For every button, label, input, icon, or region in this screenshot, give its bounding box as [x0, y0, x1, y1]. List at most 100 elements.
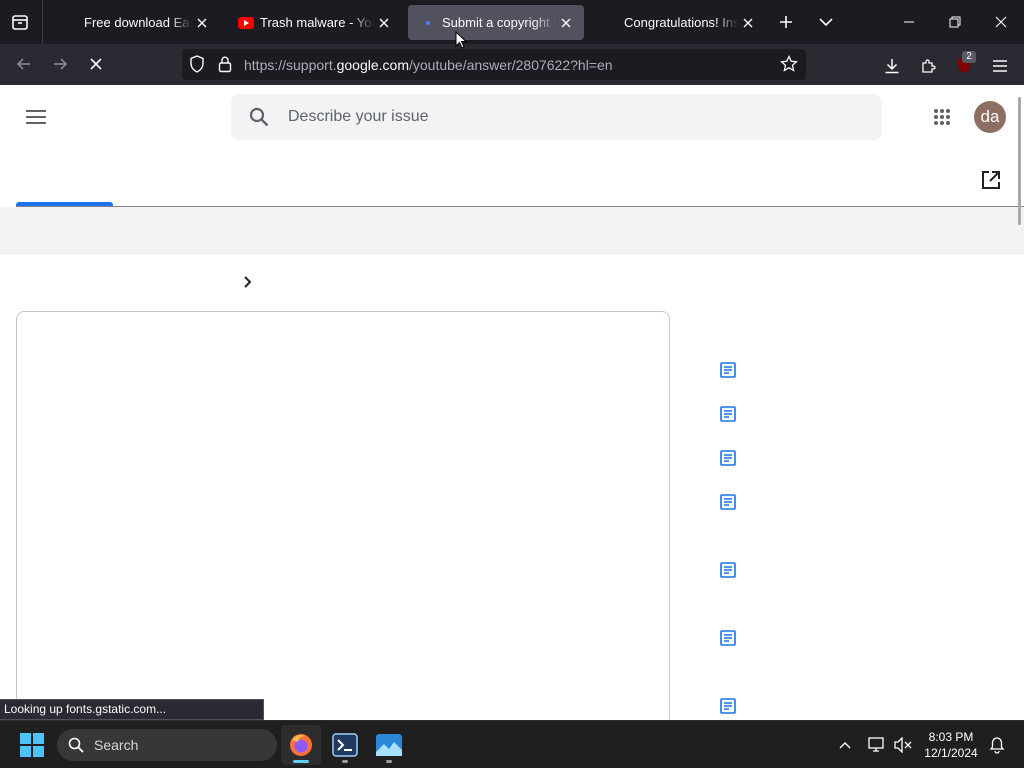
open-in-new-button[interactable]: [980, 169, 1004, 193]
youtube-icon: [238, 15, 254, 31]
close-icon[interactable]: [192, 13, 212, 33]
help-search-box[interactable]: Describe your issue: [231, 94, 882, 140]
url-text[interactable]: https://support.google.com/youtube/answe…: [244, 57, 613, 73]
chevron-down-icon: [819, 18, 833, 27]
close-icon[interactable]: [374, 13, 394, 33]
close-icon[interactable]: [738, 13, 758, 33]
stop-loading-button[interactable]: [80, 48, 112, 80]
extension-badge: 2: [962, 51, 976, 63]
running-app-indicator: [342, 760, 348, 763]
list-all-tabs-button[interactable]: [810, 6, 842, 38]
article-icon[interactable]: [720, 494, 736, 510]
apps-grid-icon: [934, 109, 950, 125]
stop-icon: [90, 58, 102, 70]
app-menu-button[interactable]: [986, 52, 1014, 80]
browser-tab-youtube[interactable]: Trash malware - YouTube: [226, 5, 402, 40]
loading-dot-icon: [420, 15, 436, 31]
search-icon: [249, 107, 269, 127]
speaker-muted-icon: [894, 737, 912, 753]
clock-date: 12/1/2024: [924, 746, 978, 760]
firefox-view-icon: [12, 15, 28, 30]
forward-button[interactable]: [44, 48, 76, 80]
volume-status[interactable]: [892, 733, 914, 757]
article-icon[interactable]: [720, 406, 736, 422]
firefox-view-button[interactable]: [4, 6, 36, 38]
taskbar-search-label: Search: [94, 737, 139, 753]
page-favicon: [602, 15, 618, 31]
hamburger-menu-icon: [993, 60, 1007, 72]
running-app-indicator: [386, 760, 392, 763]
taskbar-search[interactable]: Search: [57, 729, 277, 761]
chevron-up-icon: [839, 742, 851, 749]
article-icon[interactable]: [720, 698, 736, 714]
url-prefix: https://support.: [244, 57, 337, 73]
browser-tab-copyright[interactable]: Submit a copyright request: [408, 5, 584, 40]
close-window-button[interactable]: [978, 0, 1024, 44]
article-content-card: [16, 311, 670, 720]
tab-separator: [42, 0, 43, 44]
tab-title: Free download EaseUS: [84, 15, 192, 30]
star-icon: [780, 54, 798, 72]
taskbar-app-photos[interactable]: [369, 725, 409, 765]
tab-title: Trash malware - YouTube: [260, 15, 374, 30]
puzzle-icon: [922, 59, 936, 73]
bell-icon: [989, 737, 1005, 754]
network-status[interactable]: [866, 733, 888, 757]
status-bar: Looking up fonts.gstatic.com...: [0, 699, 264, 720]
clock-time: 8:03 PM: [928, 730, 974, 744]
site-info-button[interactable]: [218, 55, 236, 75]
article-icon[interactable]: [720, 450, 736, 466]
tab-title: Submit a copyright request: [442, 15, 556, 30]
restore-button[interactable]: [932, 0, 978, 44]
web-page: Describe your issue da: [0, 85, 1024, 720]
search-placeholder: Describe your issue: [288, 108, 429, 125]
minimize-button[interactable]: [886, 0, 932, 44]
mouse-cursor: [455, 31, 467, 49]
open-in-new-icon: [982, 171, 1000, 189]
article-icon[interactable]: [720, 630, 736, 646]
active-app-indicator: [293, 760, 309, 763]
network-icon: [868, 737, 884, 752]
browser-tab-easeus[interactable]: Free download EaseUS: [50, 5, 220, 40]
taskbar-clock[interactable]: 8:03 PM 12/1/2024: [916, 729, 986, 761]
downloads-button[interactable]: [878, 52, 906, 80]
url-host: google.com: [336, 57, 409, 73]
back-button[interactable]: [8, 48, 40, 80]
download-icon: [885, 59, 899, 74]
windows-logo-icon: [20, 733, 44, 757]
photos-app-icon: [376, 734, 402, 756]
taskbar-app-terminal[interactable]: [325, 725, 365, 765]
lock-icon: [218, 56, 232, 73]
close-icon: [995, 16, 1007, 28]
hamburger-menu-icon: [26, 110, 46, 124]
bookmark-button[interactable]: [780, 54, 800, 75]
article-icon[interactable]: [720, 562, 736, 578]
show-hidden-icons-button[interactable]: [834, 733, 856, 757]
notifications-button[interactable]: [986, 733, 1008, 757]
main-menu-button[interactable]: [20, 101, 52, 133]
taskbar-firefox[interactable]: [281, 725, 321, 765]
terminal-app-icon: [332, 733, 358, 757]
start-button[interactable]: [14, 729, 50, 761]
url-path: /youtube/answer/2807622?hl=en: [409, 57, 613, 73]
extensions-button[interactable]: [914, 52, 942, 80]
ublock-extension-button[interactable]: 2: [950, 51, 978, 80]
arrow-right-icon: [54, 58, 68, 70]
new-tab-button[interactable]: [770, 6, 802, 38]
tracking-protection-button[interactable]: [189, 55, 209, 75]
restore-icon: [949, 16, 961, 28]
plus-icon: [780, 16, 792, 28]
address-bar[interactable]: https://support.google.com/youtube/answe…: [182, 49, 806, 80]
account-avatar[interactable]: da: [974, 101, 1006, 133]
shield-icon: [190, 55, 204, 73]
browser-tab-congratulations[interactable]: Congratulations! Installed: [590, 5, 766, 40]
windows-taskbar: Search 8:03 PM 12/1/2024: [0, 720, 1024, 768]
article-icon[interactable]: [720, 362, 736, 378]
google-apps-button[interactable]: [926, 101, 958, 133]
close-icon[interactable]: [556, 13, 576, 33]
subheader-bar: [0, 207, 1024, 254]
page-scrollbar[interactable]: [1018, 97, 1021, 225]
search-icon: [68, 737, 84, 753]
breadcrumb-chevron: [243, 275, 257, 291]
minimize-icon: [904, 21, 914, 23]
